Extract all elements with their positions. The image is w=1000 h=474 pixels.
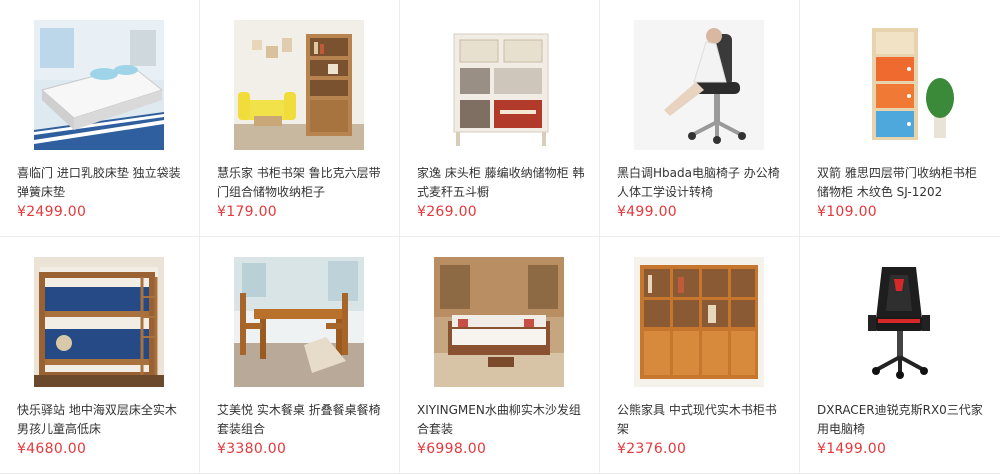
dining-set-image[interactable]	[234, 257, 364, 387]
product-price: ¥4680.00	[17, 441, 87, 457]
wood-sofa-image[interactable]	[434, 257, 564, 387]
product-title[interactable]: 家逸 床头柜 藤编收纳储物柜 韩式麦秆五斗橱	[417, 164, 585, 202]
product-title[interactable]: DXRACER迪锐克斯RX0三代家用电脑椅	[817, 401, 985, 439]
product-title[interactable]: 慧乐家 书柜书架 鲁比克六层带门组合储物收纳柜子	[217, 164, 385, 202]
product-card[interactable]: 黑白调Hbada电脑椅子 办公椅 人体工学设计转椅 ¥499.00	[600, 0, 800, 237]
product-title[interactable]: 喜临门 进口乳胶床垫 独立袋装弹簧床垫	[17, 164, 185, 202]
product-title[interactable]: 艾美悦 实木餐桌 折叠餐桌餐椅套装组合	[217, 401, 385, 439]
product-price: ¥2376.00	[617, 441, 687, 457]
product-price: ¥1499.00	[817, 441, 887, 457]
product-card[interactable]: XIYINGMEN水曲柳实木沙发组合套装 ¥6998.00	[400, 237, 600, 474]
bookshelf-image[interactable]	[234, 20, 364, 150]
gaming-chair-image[interactable]	[834, 257, 964, 387]
wood-bookcase-image[interactable]	[634, 257, 764, 387]
product-price: ¥6998.00	[417, 441, 487, 457]
product-price: ¥179.00	[217, 204, 277, 220]
product-card[interactable]: 快乐驿站 地中海双层床全实木男孩儿童高低床 ¥4680.00	[0, 237, 200, 474]
product-price: ¥109.00	[817, 204, 877, 220]
product-card[interactable]: 双箭 雅思四层带门收纳柜书柜储物柜 木纹色 SJ-1202 ¥109.00	[800, 0, 1000, 237]
mattress-image[interactable]	[34, 20, 164, 150]
product-title[interactable]: XIYINGMEN水曲柳实木沙发组合套装	[417, 401, 585, 439]
product-card[interactable]: 艾美悦 实木餐桌 折叠餐桌餐椅套装组合 ¥3380.00	[200, 237, 400, 474]
product-title[interactable]: 快乐驿站 地中海双层床全实木男孩儿童高低床	[17, 401, 185, 439]
product-title[interactable]: 黑白调Hbada电脑椅子 办公椅 人体工学设计转椅	[617, 164, 785, 202]
product-card[interactable]: 公熊家具 中式现代实木书柜书架 ¥2376.00	[600, 237, 800, 474]
product-grid: 喜临门 进口乳胶床垫 独立袋装弹簧床垫 ¥2499.00 慧乐家 书柜书架 鲁比…	[0, 0, 1000, 474]
product-price: ¥269.00	[417, 204, 477, 220]
product-price: ¥2499.00	[17, 204, 87, 220]
product-card[interactable]: 慧乐家 书柜书架 鲁比克六层带门组合储物收纳柜子 ¥179.00	[200, 0, 400, 237]
product-title[interactable]: 公熊家具 中式现代实木书柜书架	[617, 401, 785, 439]
storage-cabinet-image[interactable]	[434, 20, 564, 150]
product-card[interactable]: 家逸 床头柜 藤编收纳储物柜 韩式麦秆五斗橱 ¥269.00	[400, 0, 600, 237]
color-cabinet-image[interactable]	[834, 20, 964, 150]
product-title[interactable]: 双箭 雅思四层带门收纳柜书柜储物柜 木纹色 SJ-1202	[817, 164, 985, 202]
product-card[interactable]: DXRACER迪锐克斯RX0三代家用电脑椅 ¥1499.00	[800, 237, 1000, 474]
office-chair-image[interactable]	[634, 20, 764, 150]
product-card[interactable]: 喜临门 进口乳胶床垫 独立袋装弹簧床垫 ¥2499.00	[0, 0, 200, 237]
bunk-bed-image[interactable]	[34, 257, 164, 387]
product-price: ¥499.00	[617, 204, 677, 220]
product-price: ¥3380.00	[217, 441, 287, 457]
